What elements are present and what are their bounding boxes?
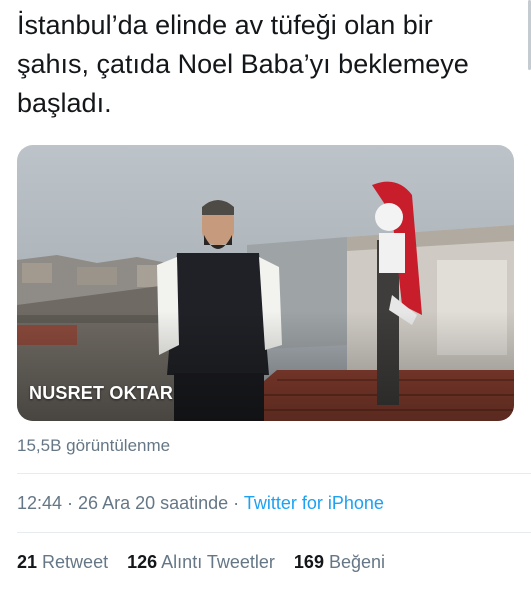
meta-separator: · — [62, 493, 79, 513]
likes-stat[interactable]: 169 Beğeni — [294, 552, 385, 572]
tweet-source-link[interactable]: Twitter for iPhone — [244, 493, 384, 513]
video-caption: NUSRET OKTAR — [29, 383, 174, 403]
likes-count: 169 — [293, 552, 324, 572]
view-count: 15,5B görüntülenme — [17, 436, 171, 455]
divider — [17, 532, 531, 533]
divider — [17, 473, 531, 474]
tweet-stats: 21 Retweet 126 Alıntı Tweetler 169 Beğen… — [17, 552, 399, 573]
quote-tweets-stat[interactable]: 126 Alıntı Tweetler — [127, 552, 275, 572]
tweet-video[interactable]: NUSRET OKTAR — [17, 145, 514, 421]
tweet-meta: 12:44 · 26 Ara 20 saatinde · Twitter for… — [17, 493, 384, 514]
tweet-date[interactable]: 26 Ara 20 saatinde — [78, 493, 228, 513]
retweets-label: Retweet — [42, 552, 109, 572]
retweets-count: 21 — [17, 552, 38, 572]
likes-label: Beğeni — [328, 552, 386, 572]
tweet-text: İstanbul’da elinde av tüfeği olan bir şa… — [17, 6, 517, 123]
tweet-text-line-1: İstanbul’da elinde av tüfeği olan bir — [17, 10, 433, 40]
video-frame-image — [17, 145, 514, 421]
tweet-text-line-3: başladı. — [17, 88, 112, 118]
quotes-count: 126 — [127, 552, 158, 572]
quotes-label: Alıntı Tweetler — [161, 552, 275, 572]
tweet-time[interactable]: 12:44 — [17, 493, 62, 513]
tweet-text-line-2: şahıs, çatıda Noel Baba’yı beklemeye — [17, 49, 469, 79]
retweets-stat[interactable]: 21 Retweet — [17, 552, 108, 572]
meta-separator: · — [228, 493, 244, 513]
